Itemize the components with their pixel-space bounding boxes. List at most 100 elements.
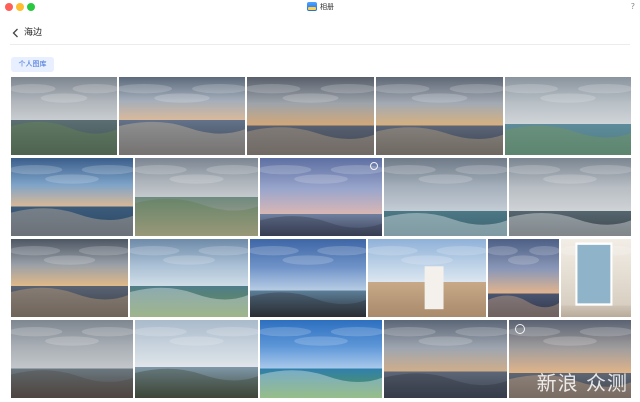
cloud-shape	[282, 255, 334, 265]
cloud-shape	[40, 93, 88, 103]
photo-image	[250, 246, 366, 317]
cloud-shape	[260, 165, 312, 175]
cloud-shape	[260, 327, 312, 337]
cloud-shape	[78, 246, 128, 256]
cloud-shape	[130, 246, 180, 256]
photo-twilight-sea-people[interactable]	[260, 158, 382, 236]
photo-blue-sky-sea-sunset[interactable]	[11, 158, 133, 236]
shore-shape	[384, 373, 507, 398]
shore-shape	[11, 208, 133, 236]
shore-shape	[135, 198, 258, 236]
cloud-shape	[436, 246, 486, 256]
watermark: 新浪 众测	[536, 371, 628, 395]
photo-sunset-clouds-sea[interactable]	[119, 77, 245, 155]
personal-library-tag[interactable]: 个人图库	[11, 57, 54, 72]
select-circle-icon[interactable]	[515, 324, 525, 334]
cloud-shape	[250, 246, 299, 256]
photo-image	[561, 242, 631, 306]
cloud-shape	[11, 84, 56, 94]
cloud-shape	[320, 84, 374, 94]
photo-girl-on-rocks[interactable]	[368, 239, 486, 317]
photo-image	[130, 246, 248, 317]
photo-image	[384, 165, 507, 236]
cloud-shape	[543, 174, 597, 184]
photo-golden-clouds-sea[interactable]	[11, 239, 128, 317]
photo-hazy-turbines-sea[interactable]	[384, 158, 507, 236]
cloud-shape	[488, 246, 518, 256]
photo-sunset-horizon-clouds[interactable]	[488, 239, 559, 317]
cloud-shape	[135, 327, 187, 337]
photo-image	[509, 165, 631, 236]
cloud-shape	[418, 336, 473, 346]
cloud-shape	[11, 246, 61, 256]
cloud-shape	[507, 255, 540, 265]
title-bar: 相册 ?	[0, 0, 640, 14]
minimize-window-button[interactable]	[16, 3, 24, 11]
cloud-shape	[206, 327, 258, 337]
photo-image	[119, 84, 245, 155]
cloud-shape	[384, 165, 436, 175]
shore-shape	[11, 287, 128, 317]
cloud-shape	[540, 93, 596, 103]
cloud-shape	[198, 246, 248, 256]
cloud-shape	[206, 165, 258, 175]
shore-shape	[247, 127, 374, 155]
cloud-shape	[418, 174, 473, 184]
cloud-shape	[543, 336, 597, 346]
cloud-shape	[72, 84, 117, 94]
cloud-shape	[45, 336, 99, 346]
photo-image	[260, 327, 382, 398]
photo-image	[11, 246, 128, 317]
photo-cloudy-sea-green-hill[interactable]	[11, 77, 117, 155]
cloud-shape	[368, 246, 418, 256]
cloud-shape	[119, 84, 172, 94]
photo-wind-turbines-island[interactable]	[505, 77, 631, 155]
photo-green-island-boardwalk[interactable]	[135, 158, 258, 236]
cloud-shape	[455, 327, 507, 337]
photo-image	[384, 327, 507, 398]
cloud-shape	[294, 336, 348, 346]
album-title: 海边	[24, 28, 43, 38]
cloud-shape	[376, 84, 430, 94]
photo-turbines-coast-green[interactable]	[130, 239, 248, 317]
cloud-shape	[169, 336, 224, 346]
shore-shape	[130, 287, 248, 317]
photo-image	[135, 165, 258, 236]
photo-turbines-rocky-shore[interactable]	[509, 158, 631, 236]
cloud-shape	[384, 327, 436, 337]
photo-clouds-beach-people[interactable]	[384, 320, 507, 398]
photos-app-icon	[307, 2, 317, 11]
cloud-shape	[411, 93, 468, 103]
shore-shape	[505, 125, 631, 155]
photo-tree-branch-sea[interactable]	[135, 320, 258, 398]
window-title: 相册	[320, 3, 334, 11]
chevron-left-icon	[12, 28, 18, 38]
cloud-shape	[401, 255, 453, 265]
cloud-shape	[11, 165, 63, 175]
shore-shape	[260, 216, 382, 236]
photo-image	[260, 165, 382, 236]
painting-frame-shape	[575, 242, 613, 306]
photo-image	[11, 84, 117, 155]
photo-image	[376, 84, 503, 155]
photo-grey-sky-rocky-beach[interactable]	[11, 320, 133, 398]
cloud-shape	[169, 174, 224, 184]
maximize-window-button[interactable]	[27, 3, 35, 11]
cloud-shape	[529, 246, 559, 256]
photo-image	[488, 246, 559, 317]
photo-blue-sky-black-rocks[interactable]	[250, 239, 366, 317]
cloud-shape	[455, 165, 507, 175]
header-divider	[10, 44, 630, 45]
photo-image	[368, 246, 486, 310]
photo-seascape-painting-room[interactable]	[561, 239, 631, 317]
photo-dramatic-clouds-sea[interactable]	[247, 77, 374, 155]
cloud-shape	[579, 165, 631, 175]
photo-image	[135, 327, 258, 398]
photo-turbines-bright-blue[interactable]	[260, 320, 382, 398]
help-icon[interactable]: ?	[631, 1, 635, 13]
close-window-button[interactable]	[5, 3, 13, 11]
select-circle-icon[interactable]	[370, 162, 378, 170]
photo-clouds-sea-person[interactable]	[376, 77, 503, 155]
shore-shape	[135, 368, 258, 398]
back-button[interactable]	[10, 27, 22, 39]
